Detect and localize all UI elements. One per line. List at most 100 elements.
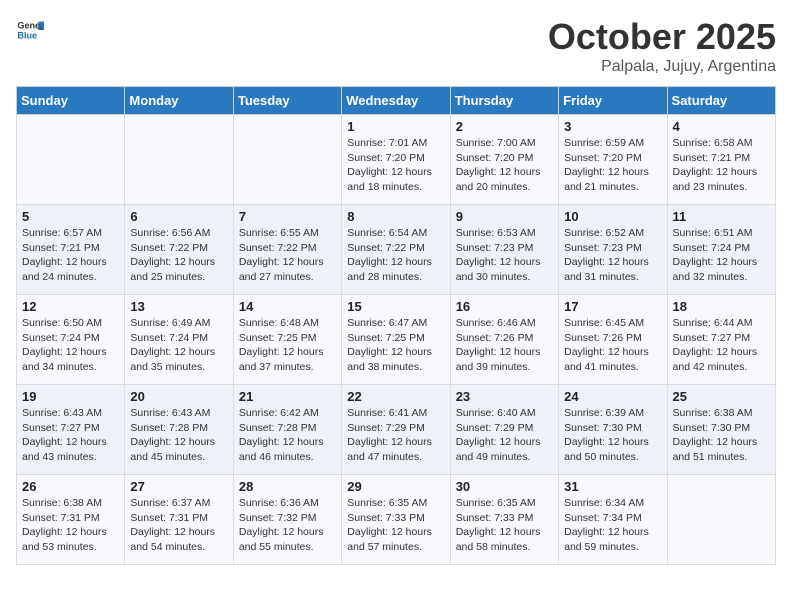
day-number: 10 <box>564 209 661 224</box>
cell-text: Sunrise: 6:51 AM Sunset: 7:24 PM Dayligh… <box>673 226 770 285</box>
day-number: 21 <box>239 389 336 404</box>
cell-text: Sunrise: 6:37 AM Sunset: 7:31 PM Dayligh… <box>130 496 227 555</box>
calendar-cell: 12 Sunrise: 6:50 AM Sunset: 7:24 PM Dayli… <box>17 295 125 385</box>
day-number: 30 <box>456 479 553 494</box>
calendar-cell: 15 Sunrise: 6:47 AM Sunset: 7:25 PM Dayli… <box>342 295 450 385</box>
cell-text: Sunrise: 6:52 AM Sunset: 7:23 PM Dayligh… <box>564 226 661 285</box>
cell-text: Sunrise: 6:45 AM Sunset: 7:26 PM Dayligh… <box>564 316 661 375</box>
weekday-header-saturday: Saturday <box>667 87 775 115</box>
cell-text: Sunrise: 6:54 AM Sunset: 7:22 PM Dayligh… <box>347 226 444 285</box>
cell-text: Sunrise: 6:49 AM Sunset: 7:24 PM Dayligh… <box>130 316 227 375</box>
cell-text: Sunrise: 6:43 AM Sunset: 7:28 PM Dayligh… <box>130 406 227 465</box>
logo-icon: General Blue <box>16 16 44 44</box>
cell-text: Sunrise: 6:38 AM Sunset: 7:30 PM Dayligh… <box>673 406 770 465</box>
weekday-header-sunday: Sunday <box>17 87 125 115</box>
calendar-cell: 27 Sunrise: 6:37 AM Sunset: 7:31 PM Dayli… <box>125 475 233 565</box>
calendar-cell: 28 Sunrise: 6:36 AM Sunset: 7:32 PM Dayli… <box>233 475 341 565</box>
cell-text: Sunrise: 6:35 AM Sunset: 7:33 PM Dayligh… <box>456 496 553 555</box>
day-number: 2 <box>456 119 553 134</box>
calendar-cell: 24Sunrise: 6:39 AM Sunset: 7:30 PM Dayli… <box>559 385 667 475</box>
day-number: 3 <box>564 119 661 134</box>
calendar-cell <box>17 115 125 205</box>
day-number: 28 <box>239 479 336 494</box>
weekday-header-tuesday: Tuesday <box>233 87 341 115</box>
cell-text: Sunrise: 6:48 AM Sunset: 7:25 PM Dayligh… <box>239 316 336 375</box>
cell-text: Sunrise: 6:59 AM Sunset: 7:20 PM Dayligh… <box>564 136 661 195</box>
calendar-cell: 3 Sunrise: 6:59 AM Sunset: 7:20 PM Daylig… <box>559 115 667 205</box>
month-title: October 2025 <box>548 16 776 58</box>
cell-text: Sunrise: 6:46 AM Sunset: 7:26 PM Dayligh… <box>456 316 553 375</box>
calendar-cell <box>667 475 775 565</box>
week-row-5: 26 Sunrise: 6:38 AM Sunset: 7:31 PM Dayli… <box>17 475 776 565</box>
cell-text: Sunrise: 6:57 AM Sunset: 7:21 PM Dayligh… <box>22 226 119 285</box>
calendar-cell: 7 Sunrise: 6:55 AM Sunset: 7:22 PM Daylig… <box>233 205 341 295</box>
weekday-header-friday: Friday <box>559 87 667 115</box>
cell-text: Sunrise: 6:58 AM Sunset: 7:21 PM Dayligh… <box>673 136 770 195</box>
calendar-cell: 23 Sunrise: 6:40 AM Sunset: 7:29 PM Dayli… <box>450 385 558 475</box>
calendar-cell: 8 Sunrise: 6:54 AM Sunset: 7:22 PM Daylig… <box>342 205 450 295</box>
calendar-cell: 6 Sunrise: 6:56 AM Sunset: 7:22 PM Daylig… <box>125 205 233 295</box>
calendar-cell: 13 Sunrise: 6:49 AM Sunset: 7:24 PM Dayli… <box>125 295 233 385</box>
cell-text: Sunrise: 6:40 AM Sunset: 7:29 PM Dayligh… <box>456 406 553 465</box>
day-number: 19 <box>22 389 119 404</box>
day-number: 15 <box>347 299 444 314</box>
cell-text: Sunrise: 6:47 AM Sunset: 7:25 PM Dayligh… <box>347 316 444 375</box>
calendar-cell: 31Sunrise: 6:34 AM Sunset: 7:34 PM Dayli… <box>559 475 667 565</box>
title-area: October 2025 Palpala, Jujuy, Argentina <box>548 16 776 76</box>
week-row-2: 5 Sunrise: 6:57 AM Sunset: 7:21 PM Daylig… <box>17 205 776 295</box>
week-row-3: 12 Sunrise: 6:50 AM Sunset: 7:24 PM Dayli… <box>17 295 776 385</box>
svg-text:Blue: Blue <box>17 30 37 40</box>
cell-text: Sunrise: 6:56 AM Sunset: 7:22 PM Dayligh… <box>130 226 227 285</box>
cell-text: Sunrise: 6:50 AM Sunset: 7:24 PM Dayligh… <box>22 316 119 375</box>
day-number: 26 <box>22 479 119 494</box>
weekday-header-wednesday: Wednesday <box>342 87 450 115</box>
cell-text: Sunrise: 6:43 AM Sunset: 7:27 PM Dayligh… <box>22 406 119 465</box>
weekday-header-monday: Monday <box>125 87 233 115</box>
cell-text: Sunrise: 6:55 AM Sunset: 7:22 PM Dayligh… <box>239 226 336 285</box>
cell-text: Sunrise: 6:38 AM Sunset: 7:31 PM Dayligh… <box>22 496 119 555</box>
day-number: 9 <box>456 209 553 224</box>
calendar-cell: 11 Sunrise: 6:51 AM Sunset: 7:24 PM Dayli… <box>667 205 775 295</box>
calendar-cell: 14 Sunrise: 6:48 AM Sunset: 7:25 PM Dayli… <box>233 295 341 385</box>
cell-text: Sunrise: 6:36 AM Sunset: 7:32 PM Dayligh… <box>239 496 336 555</box>
calendar-cell: 22Sunrise: 6:41 AM Sunset: 7:29 PM Dayli… <box>342 385 450 475</box>
week-row-1: 1Sunrise: 7:01 AM Sunset: 7:20 PM Daylig… <box>17 115 776 205</box>
day-number: 22 <box>347 389 444 404</box>
calendar-cell: 20 Sunrise: 6:43 AM Sunset: 7:28 PM Dayli… <box>125 385 233 475</box>
day-number: 12 <box>22 299 119 314</box>
day-number: 13 <box>130 299 227 314</box>
calendar-cell: 10 Sunrise: 6:52 AM Sunset: 7:23 PM Dayli… <box>559 205 667 295</box>
day-number: 24 <box>564 389 661 404</box>
cell-text: Sunrise: 6:34 AM Sunset: 7:34 PM Dayligh… <box>564 496 661 555</box>
calendar-cell <box>125 115 233 205</box>
day-number: 17 <box>564 299 661 314</box>
calendar-cell: 30 Sunrise: 6:35 AM Sunset: 7:33 PM Dayli… <box>450 475 558 565</box>
day-number: 5 <box>22 209 119 224</box>
calendar-cell: 4 Sunrise: 6:58 AM Sunset: 7:21 PM Daylig… <box>667 115 775 205</box>
calendar-table: SundayMondayTuesdayWednesdayThursdayFrid… <box>16 86 776 565</box>
calendar-cell: 2 Sunrise: 7:00 AM Sunset: 7:20 PM Daylig… <box>450 115 558 205</box>
day-number: 6 <box>130 209 227 224</box>
calendar-cell: 1Sunrise: 7:01 AM Sunset: 7:20 PM Daylig… <box>342 115 450 205</box>
cell-text: Sunrise: 7:00 AM Sunset: 7:20 PM Dayligh… <box>456 136 553 195</box>
calendar-cell: 18Sunrise: 6:44 AM Sunset: 7:27 PM Dayli… <box>667 295 775 385</box>
day-number: 14 <box>239 299 336 314</box>
day-number: 18 <box>673 299 770 314</box>
day-number: 29 <box>347 479 444 494</box>
day-number: 27 <box>130 479 227 494</box>
calendar-cell: 29 Sunrise: 6:35 AM Sunset: 7:33 PM Dayli… <box>342 475 450 565</box>
day-number: 20 <box>130 389 227 404</box>
calendar-cell: 19 Sunrise: 6:43 AM Sunset: 7:27 PM Dayli… <box>17 385 125 475</box>
cell-text: Sunrise: 7:01 AM Sunset: 7:20 PM Dayligh… <box>347 136 444 195</box>
day-number: 8 <box>347 209 444 224</box>
calendar-cell: 16Sunrise: 6:46 AM Sunset: 7:26 PM Dayli… <box>450 295 558 385</box>
week-row-4: 19 Sunrise: 6:43 AM Sunset: 7:27 PM Dayli… <box>17 385 776 475</box>
day-number: 11 <box>673 209 770 224</box>
day-number: 4 <box>673 119 770 134</box>
day-number: 7 <box>239 209 336 224</box>
calendar-cell: 21Sunrise: 6:42 AM Sunset: 7:28 PM Dayli… <box>233 385 341 475</box>
cell-text: Sunrise: 6:35 AM Sunset: 7:33 PM Dayligh… <box>347 496 444 555</box>
calendar-cell <box>233 115 341 205</box>
day-number: 23 <box>456 389 553 404</box>
location-title: Palpala, Jujuy, Argentina <box>548 58 776 76</box>
